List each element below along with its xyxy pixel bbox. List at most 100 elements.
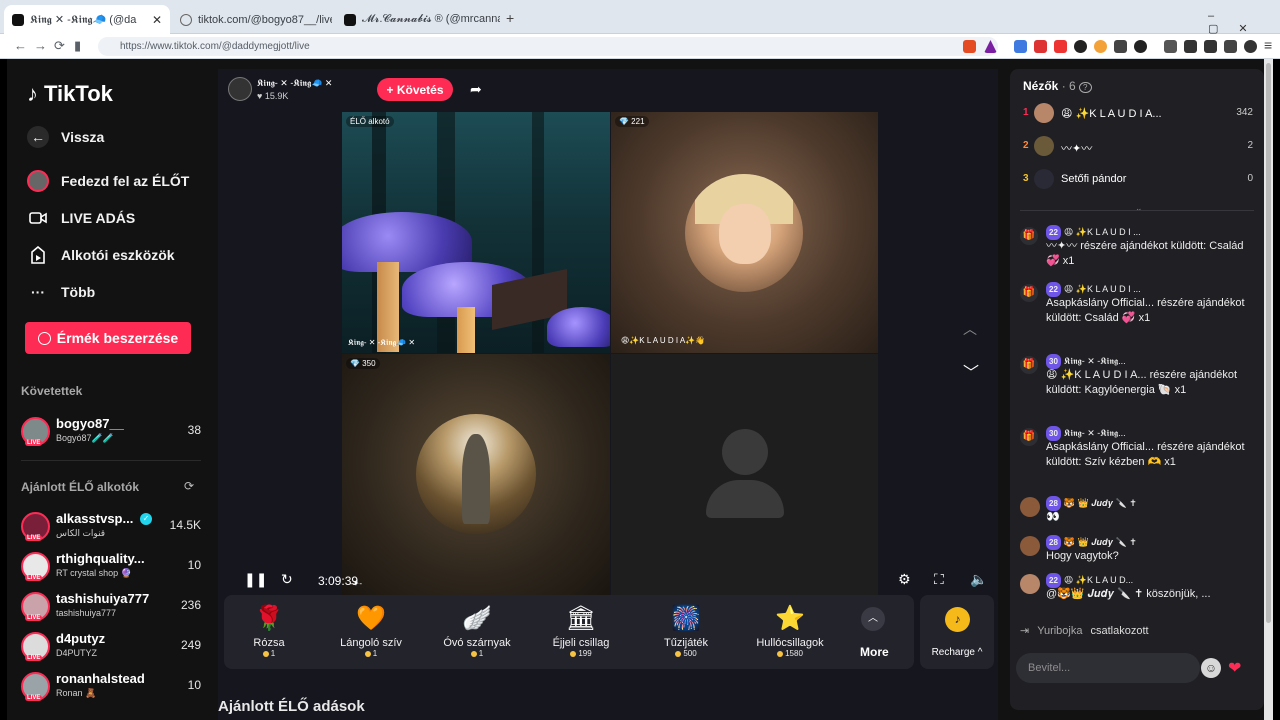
- guest-face: [719, 204, 771, 264]
- viewer-rank-row[interactable]: 2 〰✦〰 2: [1023, 135, 1253, 159]
- close-tab-icon[interactable]: ✕: [152, 13, 162, 27]
- gift-fireworks[interactable]: 🎆 Tűzijáték 500: [641, 601, 731, 659]
- refresh-icon[interactable]: ⟳: [184, 479, 194, 493]
- pause-icon[interactable]: ❚❚: [244, 571, 267, 588]
- chat-message: 28 🐯 👑 𝑱𝒖𝒅𝒚 🔪 ✝ 👀: [1020, 496, 1256, 528]
- emoji-icon[interactable]: ☺: [1201, 658, 1221, 678]
- browser-tab-active[interactable]: 𝕶𝖎𝖓𝖌 ✕ -𝕶𝖎𝖓𝖌🧢 (@da ✕: [4, 5, 170, 34]
- back-arrow-icon[interactable]: ←: [14, 38, 27, 53]
- expand-chevron-icon[interactable]: ⌄: [1135, 203, 1143, 214]
- avatar[interactable]: [1020, 536, 1040, 556]
- viewers-header[interactable]: Nézők · 6 ?: [1023, 79, 1092, 93]
- share-icon[interactable]: ➦: [470, 81, 482, 98]
- guest-1-name: 😩✨K L A U D I A✨👋: [621, 336, 706, 345]
- settings-icon[interactable]: ⚙: [898, 571, 911, 588]
- message-user[interactable]: 😩 ✨K L A U D I ...: [1064, 282, 1141, 297]
- sidebar-item-explore-live[interactable]: Fedezd fel az ÉLŐT: [27, 170, 189, 192]
- creator-name: tashishuiya777: [56, 591, 150, 606]
- extension-icon[interactable]: [1094, 40, 1107, 53]
- gift-shooting-stars[interactable]: ⭐ Hullócsillagok 1580: [745, 601, 835, 659]
- extension-icon[interactable]: [1114, 40, 1127, 53]
- get-coins-button[interactable]: Érmék beszerzése: [25, 322, 191, 354]
- sidebar-item-live[interactable]: LIVE ADÁS: [27, 207, 135, 229]
- message-user[interactable]: 𝕶𝖎𝖓𝖌- ✕ -𝕶𝖎𝖓𝖌...: [1064, 426, 1126, 441]
- extension-icon[interactable]: [1134, 40, 1147, 53]
- brave-shield-icon[interactable]: [963, 40, 976, 53]
- browser-tab-2[interactable]: tiktok.com/@bogyo87__/live ✕: [172, 5, 332, 34]
- like-heart-icon[interactable]: ❤: [1228, 658, 1256, 678]
- video-tile-guest-2[interactable]: 💎 350 -✦-: [342, 354, 610, 595]
- avatar: [1034, 103, 1054, 123]
- fullscreen-icon[interactable]: ⛶: [934, 571, 944, 588]
- browser-tab-3[interactable]: 𝓜𝓻.𝓒𝓪𝓷𝓷𝓪𝓫𝓲𝓼 ® (@mrcannabis_) ✕: [336, 5, 500, 34]
- avatar[interactable]: [1020, 574, 1040, 594]
- viewer-rank-row[interactable]: 3 Setőfi pándor 0: [1023, 168, 1253, 192]
- recommended-creator[interactable]: LIVE alkasstvsp... ✓ قنوات الكاس 14.5K: [21, 510, 201, 542]
- puzzle-extensions-icon[interactable]: [1164, 40, 1177, 53]
- tiktok-logo[interactable]: ♪ TikTok: [27, 81, 113, 107]
- vpn-icon[interactable]: [1244, 40, 1257, 53]
- chat-input[interactable]: Bevitel...: [1016, 653, 1200, 683]
- chevron-up-icon[interactable]: ︿: [963, 319, 977, 339]
- video-tile-empty[interactable]: [611, 354, 878, 595]
- chat-message: 22 😩 ✨K L A U D... @🐯👑 𝑱𝒖𝒅𝒚 🔪 ✝ köszönjük…: [1020, 573, 1256, 613]
- new-tab-button[interactable]: +: [506, 10, 514, 26]
- sidebar-item-more[interactable]: ··· Több: [27, 281, 95, 303]
- page-scrollbar[interactable]: [1264, 59, 1273, 720]
- follow-button[interactable]: + Követés: [377, 78, 453, 101]
- address-bar[interactable]: https://www.tiktok.com/@daddymegjott/liv…: [98, 37, 998, 56]
- recommended-creator[interactable]: LIVE d4putyz D4PUTYZ 249: [21, 630, 201, 662]
- gift-flaming-heart[interactable]: 🧡 Lángoló szív 1: [326, 601, 416, 659]
- translate-extension-icon[interactable]: [1014, 40, 1027, 53]
- extension-icon[interactable]: [1224, 40, 1237, 53]
- host-name[interactable]: 𝕶𝖎𝖓𝖌- ✕ -𝕶𝖎𝖓𝖌🧢 ✕: [257, 78, 332, 89]
- message-user[interactable]: 🐯 👑 𝑱𝒖𝒅𝒚 🔪 ✝: [1064, 496, 1137, 511]
- forward-arrow-icon[interactable]: →: [34, 38, 47, 53]
- message-text: 〰✦〰 részére ajándékot küldött: Család 💞 …: [1046, 240, 1244, 267]
- video-tile-host[interactable]: ÉLŐ alkotó 𝕶𝖎𝖓𝖌- ✕ -𝕶𝖎𝖓𝖌🧢 ✕: [342, 112, 610, 353]
- host-avatar[interactable]: [228, 77, 252, 101]
- creator-subtitle: قنوات الكاس: [56, 528, 106, 538]
- chevron-down-icon[interactable]: ﹀: [963, 359, 979, 383]
- message-user[interactable]: 😩 ✨K L A U D I ...: [1064, 225, 1141, 240]
- gift-name: Éjjeli csillag: [552, 637, 610, 649]
- recommended-creator[interactable]: LIVE tashishuiya777 tashishuiya777 236: [21, 590, 201, 622]
- info-icon[interactable]: ?: [1079, 82, 1092, 93]
- viewer-rank-row[interactable]: 1 😩 ✨K L A U D I A... 342: [1023, 102, 1253, 126]
- menu-icon[interactable]: ≡: [1264, 37, 1272, 53]
- recommended-creator[interactable]: LIVE rthighquality... RT crystal shop 🔮 …: [21, 550, 201, 582]
- minimize-icon[interactable]: –: [1208, 10, 1234, 22]
- video-tile-guest-1[interactable]: 💎 221 😩✨K L A U D I A✨👋: [611, 112, 878, 353]
- gift-rose[interactable]: 🌹 Rózsa 1: [224, 601, 314, 659]
- host-tile-label: ÉLŐ alkotó: [346, 116, 394, 127]
- hls-extension-icon[interactable]: [1054, 40, 1067, 53]
- extension-icon[interactable]: [1034, 40, 1047, 53]
- avatar: [1034, 136, 1054, 156]
- bookmark-icon[interactable]: ▮: [74, 38, 81, 54]
- gift-wings[interactable]: 🪽 Óvó szárnyak 1: [432, 601, 522, 659]
- more-gifts-chevron-icon[interactable]: ︿: [861, 607, 885, 631]
- refresh-stream-icon[interactable]: ↻: [281, 571, 293, 588]
- extension-icon[interactable]: [1074, 40, 1087, 53]
- following-creator[interactable]: LIVE bogyo87__ Bogyó87🧪🧪 38: [21, 415, 201, 447]
- gift-night-star[interactable]: 🏛 Éjjeli csillag 199: [536, 601, 626, 659]
- more-gifts-button[interactable]: More: [860, 645, 889, 659]
- sidebar-icon[interactable]: [1184, 40, 1197, 53]
- scrollbar-thumb[interactable]: [1266, 63, 1271, 623]
- message-user[interactable]: 🐯 👑 𝑱𝒖𝒅𝒚 🔪 ✝: [1064, 535, 1137, 550]
- back-button[interactable]: ← Vissza: [27, 126, 104, 148]
- recharge-button[interactable]: ♪ Recharge ^: [920, 595, 994, 669]
- window-controls[interactable]: –▢✕: [1208, 10, 1280, 35]
- wallet-icon[interactable]: [1204, 40, 1217, 53]
- reload-icon[interactable]: ⟳: [54, 38, 65, 54]
- rank-number: 3: [1023, 173, 1029, 184]
- chat-message-gift: 🎁 22 😩 ✨K L A U D I ... 〰✦〰 részére ajánd…: [1020, 225, 1256, 275]
- sidebar-item-creator-tools[interactable]: Alkotói eszközök: [27, 244, 175, 266]
- address-toolbar: ← → ⟳ ▮ https://www.tiktok.com/@daddymeg…: [0, 34, 1280, 59]
- message-user[interactable]: 𝕶𝖎𝖓𝖌- ✕ -𝕶𝖎𝖓𝖌...: [1064, 354, 1126, 369]
- avatar[interactable]: [1020, 497, 1040, 517]
- message-user[interactable]: 😩 ✨K L A U D...: [1064, 573, 1133, 588]
- volume-icon[interactable]: 🔈: [970, 571, 987, 588]
- recommended-creator[interactable]: LIVE ronanhalstead Ronan 🧸 10: [21, 670, 201, 702]
- joined-user[interactable]: Yuribojka: [1037, 625, 1082, 637]
